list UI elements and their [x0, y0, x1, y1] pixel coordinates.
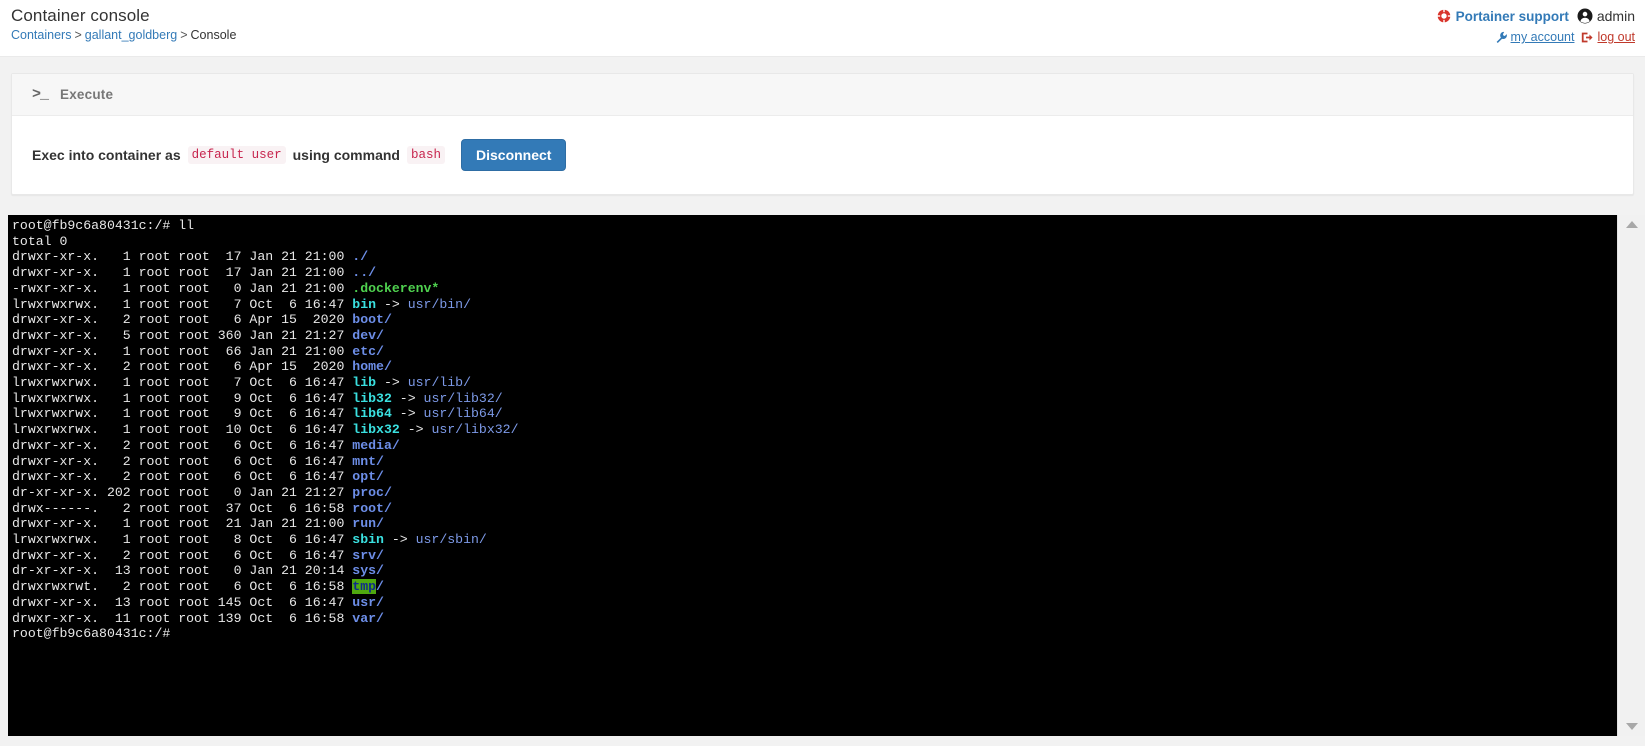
terminal-listing-row: drwxr-xr-x. 2 root root 6 Oct 6 16:47 me… [12, 437, 400, 453]
lifebuoy-icon [1436, 9, 1451, 23]
page-header: Container console Containers > gallant_gol… [0, 0, 1645, 57]
terminal-output[interactable]: root@fb9c6a80431c:/# ll total 0 drwxr-xr-x… [8, 215, 1617, 736]
scroll-down-arrow-icon[interactable] [1625, 723, 1638, 730]
terminal-listing-row: -rwxr-xr-x. 1 root root 0 Jan 21 21:00 .… [12, 280, 440, 296]
execute-card: >_ Execute Exec into container as defaul… [11, 73, 1634, 195]
terminal-panel: root@fb9c6a80431c:/# ll total 0 drwxr-xr-x… [8, 215, 1645, 736]
terminal-total-line: total 0 [12, 233, 68, 249]
my-account-label: my account [1510, 30, 1575, 44]
terminal-prompt-line: root@fb9c6a80431c:/# [12, 626, 171, 642]
exec-command-code: bash [406, 146, 445, 164]
scroll-up-arrow-icon[interactable] [1625, 221, 1638, 228]
terminal-listing-row: dr-xr-xr-x. 202 root root 0 Jan 21 21:27… [12, 484, 392, 500]
terminal-listing-row: drwxrwxrwt. 2 root root 6 Oct 6 16:58 tm… [12, 579, 384, 595]
terminal-listing-row: lrwxrwxrwx. 1 root root 10 Oct 6 16:47 l… [12, 422, 519, 438]
header-top-row: Portainer support admin [1436, 7, 1635, 25]
user-circle-icon [1577, 8, 1593, 24]
breadcrumb-current: Console [190, 28, 237, 42]
sign-out-icon [1581, 31, 1594, 44]
terminal-listing-row: drwx------. 2 root root 37 Oct 6 16:58 r… [12, 500, 392, 516]
log-out-label: log out [1597, 30, 1635, 44]
wrench-icon [1495, 31, 1508, 44]
execute-card-body: Exec into container as default user usin… [12, 116, 1633, 194]
my-account-link[interactable]: my account [1495, 30, 1575, 44]
admin-user-label: admin [1596, 8, 1635, 24]
terminal-listing-row: lrwxrwxrwx. 1 root root 7 Oct 6 16:47 bi… [12, 296, 472, 312]
terminal-listing-row: drwxr-xr-x. 1 root root 66 Jan 21 21:00 … [12, 343, 384, 359]
breadcrumb: Containers > gallant_goldberg > Console [11, 28, 236, 42]
terminal-listing-row: drwxr-xr-x. 5 root root 360 Jan 21 21:27… [12, 327, 384, 343]
terminal-listing-row: lrwxrwxrwx. 1 root root 9 Oct 6 16:47 li… [12, 406, 503, 422]
terminal-scrollbar[interactable] [1617, 215, 1645, 736]
header-bottom-row: my account log out [1437, 28, 1635, 46]
terminal-listing-row: drwxr-xr-x. 2 root root 6 Oct 6 16:47 sr… [12, 547, 384, 563]
admin-user[interactable]: admin [1577, 8, 1635, 24]
header-right: Portainer support admin my account log o… [1436, 7, 1635, 46]
page-title: Container console [11, 6, 150, 25]
breadcrumb-container-name[interactable]: gallant_goldberg [85, 28, 177, 42]
terminal-command-line: root@fb9c6a80431c:/# ll [12, 218, 195, 233]
terminal-listing-row: drwxr-xr-x. 1 root root 17 Jan 21 21:00 … [12, 249, 369, 265]
terminal-listing-row: lrwxrwxrwx. 1 root root 7 Oct 6 16:47 li… [12, 375, 472, 391]
header-left: Container console Containers > gallant_gol… [11, 6, 236, 42]
terminal-listing-row: drwxr-xr-x. 2 root root 6 Apr 15 2020 ho… [12, 359, 392, 375]
terminal-listing-row: lrwxrwxrwx. 1 root root 8 Oct 6 16:47 sb… [12, 532, 487, 548]
terminal-listing-row: drwxr-xr-x. 11 root root 139 Oct 6 16:58… [12, 610, 384, 626]
exec-text-middle: using command [292, 147, 400, 163]
breadcrumb-separator-2: > [180, 28, 188, 42]
exec-text-prefix: Exec into container as [32, 147, 181, 163]
execute-card-header: >_ Execute [12, 74, 1633, 116]
terminal-listing-row: lrwxrwxrwx. 1 root root 9 Oct 6 16:47 li… [12, 390, 503, 406]
terminal-listing-row: drwxr-xr-x. 13 root root 145 Oct 6 16:47… [12, 594, 384, 610]
terminal-listing-row: drwxr-xr-x. 2 root root 6 Oct 6 16:47 mn… [12, 453, 384, 469]
portainer-support-label: Portainer support [1455, 8, 1569, 24]
log-out-link[interactable]: log out [1581, 30, 1635, 44]
exec-user-code: default user [187, 146, 286, 164]
terminal-prompt-icon: >_ [32, 86, 49, 103]
breadcrumb-separator-1: > [74, 28, 82, 42]
terminal-listing-row: drwxr-xr-x. 2 root root 6 Oct 6 16:47 op… [12, 469, 384, 485]
terminal-listing-row: drwxr-xr-x. 1 root root 17 Jan 21 21:00 … [12, 265, 377, 281]
breadcrumb-containers[interactable]: Containers [11, 28, 71, 42]
portainer-support-link[interactable]: Portainer support [1436, 8, 1569, 24]
terminal-listing-row: drwxr-xr-x. 1 root root 21 Jan 21 21:00 … [12, 516, 384, 532]
disconnect-button[interactable]: Disconnect [461, 139, 567, 171]
terminal-listing-row: drwxr-xr-x. 2 root root 6 Apr 15 2020 bo… [12, 312, 392, 328]
execute-card-title: Execute [60, 87, 114, 102]
terminal-listing-row: dr-xr-xr-x. 13 root root 0 Jan 21 20:14 … [12, 563, 384, 579]
